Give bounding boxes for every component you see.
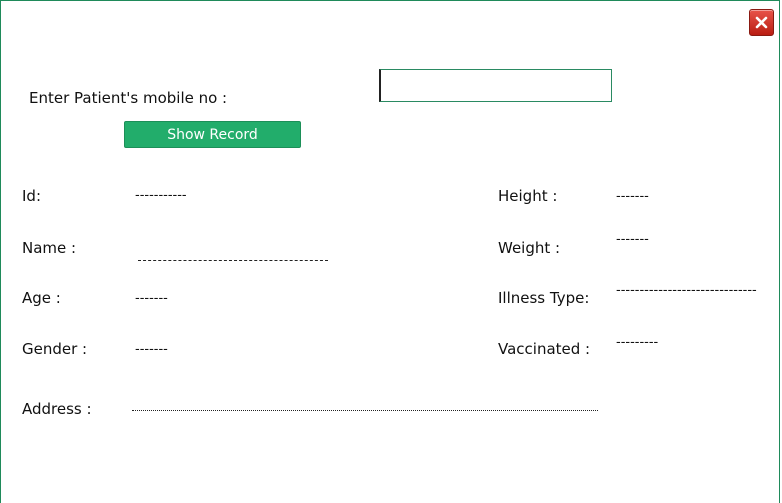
gender-label: Gender : <box>22 340 88 358</box>
height-label: Height : <box>498 187 558 205</box>
weight-label: Weight : <box>498 239 561 257</box>
close-button[interactable] <box>749 9 774 36</box>
height-value: ------- <box>616 189 649 204</box>
illness-type-value: ------------------------------ <box>616 283 757 298</box>
name-label: Name : <box>22 239 77 257</box>
age-value: ------- <box>135 291 168 306</box>
id-label: Id: <box>22 187 41 205</box>
vaccinated-label: Vaccinated : <box>498 340 591 358</box>
illness-type-label: Illness Type: <box>498 289 590 307</box>
patient-record-window: Enter Patient's mobile no : Show Record … <box>0 0 780 503</box>
weight-value: ------- <box>616 232 649 247</box>
address-value-line <box>132 410 598 411</box>
age-label: Age : <box>22 289 61 307</box>
mobile-input[interactable] <box>379 69 612 102</box>
id-value: ----------- <box>135 188 187 203</box>
name-value-line <box>138 260 328 261</box>
address-label: Address : <box>22 400 92 418</box>
mobile-label: Enter Patient's mobile no : <box>29 89 228 107</box>
show-record-button[interactable]: Show Record <box>124 121 301 148</box>
vaccinated-value: --------- <box>616 335 659 350</box>
close-icon <box>755 16 768 29</box>
gender-value: ------- <box>135 342 168 357</box>
